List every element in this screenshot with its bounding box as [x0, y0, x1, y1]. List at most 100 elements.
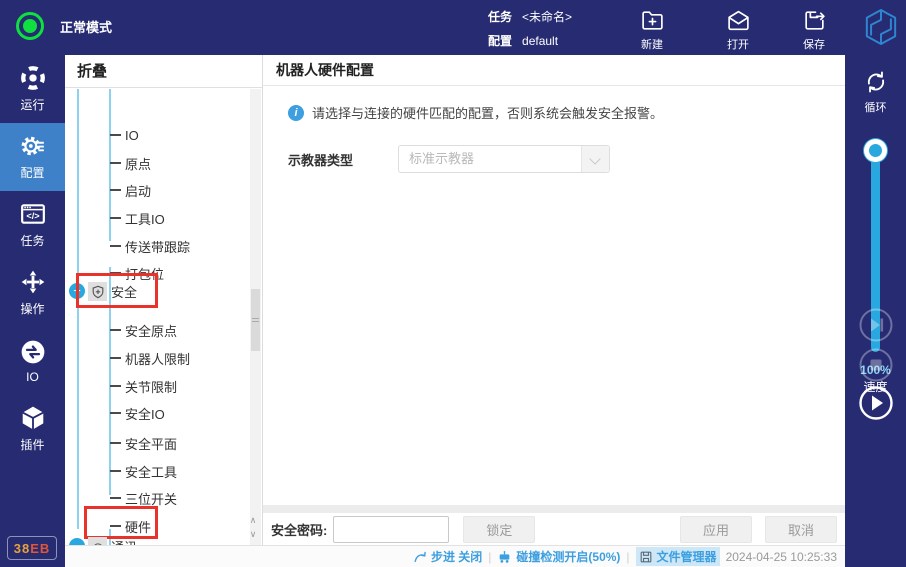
tree-tick: [110, 272, 121, 274]
brand-logo: [864, 8, 898, 51]
gear-icon: [20, 133, 46, 159]
tree-scrollbar-thumb[interactable]: [251, 289, 260, 351]
tree-collapse-header[interactable]: 折叠: [65, 55, 262, 88]
sidebar-item-run[interactable]: 运行: [0, 55, 65, 123]
clock-timestamp: 2024-04-25 10:25:33: [726, 550, 837, 564]
collision-detection-status[interactable]: 碰撞检测开启(50%): [497, 548, 620, 565]
new-button[interactable]: 新建: [622, 8, 682, 52]
mode-label: 正常模式: [60, 17, 112, 36]
status-bar: 步进 关闭 | 碰撞检测开启(50%) | 文件管理器 2024-04-25 1…: [65, 545, 845, 567]
top-bar: 正常模式 任务 <未命名> 配置 default 新建 打开 保存: [0, 0, 906, 55]
tree-item-communication[interactable]: 通讯: [111, 535, 137, 545]
run-icon: [20, 65, 46, 91]
scroll-up-button[interactable]: ∧: [250, 513, 257, 527]
right-control-bar: 循环 100% 速度: [845, 55, 906, 567]
info-icon: i: [288, 105, 304, 121]
tree-line-root: [77, 89, 79, 529]
safety-password-label: 安全密码:: [271, 520, 327, 539]
tree-item-robot-limits[interactable]: 机器人限制: [110, 347, 190, 369]
panel-divider: [263, 505, 845, 513]
sidebar-item-label: 配置: [20, 164, 44, 181]
tree-item-safety-plane[interactable]: 安全平面: [110, 432, 177, 454]
tree-tick: [110, 217, 121, 219]
tree-item-hardware[interactable]: 硬件: [110, 515, 151, 537]
file-manager-button[interactable]: 文件管理器: [636, 547, 720, 566]
tree-item-conveyor-tracking[interactable]: 传送带跟踪: [110, 235, 190, 257]
collision-icon: [497, 550, 512, 564]
collapse-toggle-safety[interactable]: −: [69, 283, 85, 299]
sidebar-item-label: 运行: [20, 96, 44, 113]
status-light-icon: [16, 12, 44, 40]
sidebar-item-label: 操作: [20, 300, 44, 317]
file-manager-icon: [639, 550, 653, 564]
tree-item-joint-limits[interactable]: 关节限制: [110, 375, 177, 397]
tree-tick: [110, 470, 121, 472]
tree-tick: [110, 412, 121, 414]
pendant-type-select[interactable]: 标准示教器: [398, 145, 610, 173]
tree-tick: [110, 385, 121, 387]
hardware-config-panel: 机器人硬件配置 i 请选择与连接的硬件匹配的配置，否则系统会触发安全报警。 示教…: [263, 55, 845, 545]
tree-tick: [110, 525, 121, 527]
sidebar-item-task[interactable]: </> 任务: [0, 191, 65, 259]
sidebar-item-plugin[interactable]: 插件: [0, 395, 65, 463]
tree-item-tool-io[interactable]: 工具IO: [110, 207, 165, 229]
save-file-icon: [802, 8, 827, 33]
stop-button[interactable]: [858, 347, 894, 383]
status-separator: |: [488, 550, 491, 564]
collapse-toggle-communication[interactable]: −: [69, 538, 85, 545]
page-title: 机器人硬件配置: [263, 55, 845, 86]
config-value: default: [522, 34, 558, 48]
tree-tick: [110, 134, 121, 136]
tree-item-origin[interactable]: 原点: [110, 152, 151, 174]
cube-icon: [20, 405, 46, 431]
cancel-button[interactable]: 取消: [765, 516, 837, 543]
scroll-down-button[interactable]: ∨: [250, 527, 257, 541]
tree-item-startup[interactable]: 启动: [110, 179, 151, 201]
play-icon: [858, 385, 894, 421]
sidebar-item-label: IO: [26, 370, 39, 384]
open-button[interactable]: 打开: [708, 8, 768, 52]
step-forward-button[interactable]: [858, 307, 894, 343]
safety-password-bar: 安全密码: 锁定 应用 取消: [263, 513, 845, 545]
tree-item-three-position-switch[interactable]: 三位开关: [110, 487, 177, 509]
left-sidebar: 运行 配置 </> 任务 操作 IO: [0, 55, 65, 567]
save-button-label: 保存: [803, 36, 825, 52]
tree-item-safety-origin[interactable]: 安全原点: [110, 319, 177, 341]
tree-body: IO 原点 启动 工具IO 传送带跟踪 打包位 − 安全 安全原点 机器人限制 …: [65, 89, 251, 545]
tree-tick: [110, 189, 121, 191]
chevron-down-icon: [581, 146, 609, 172]
io-cycle-icon: [20, 339, 46, 365]
step-forward-icon: [858, 307, 894, 343]
svg-text:</>: </>: [26, 211, 39, 221]
safety-password-input[interactable]: [333, 516, 449, 543]
apply-button[interactable]: 应用: [680, 516, 752, 543]
sidebar-item-io[interactable]: IO: [0, 327, 65, 395]
status-separator: |: [626, 550, 629, 564]
tree-tick: [110, 162, 121, 164]
open-file-icon: [726, 8, 751, 33]
stop-icon: [858, 347, 894, 383]
tree-tick: [110, 329, 121, 331]
tree-item-safety-tool[interactable]: 安全工具: [110, 460, 177, 482]
speed-slider-handle[interactable]: [864, 139, 887, 162]
step-mode-status[interactable]: 步进 关闭: [413, 548, 482, 565]
lock-button[interactable]: 锁定: [463, 516, 535, 543]
play-button[interactable]: [858, 385, 894, 421]
sidebar-item-label: 任务: [20, 232, 44, 249]
tree-tick: [110, 245, 121, 247]
tree-item-safety-io[interactable]: 安全IO: [110, 402, 165, 424]
tree-scrollbar[interactable]: [250, 89, 261, 545]
config-label: 配置: [488, 32, 512, 49]
config-tree-panel: 折叠 IO 原点 启动 工具IO 传送带跟踪 打包位 − 安全 安全原点 机器人…: [65, 55, 263, 545]
shield-plus-icon: [88, 282, 107, 301]
tree-item-io[interactable]: IO: [110, 124, 139, 146]
save-button[interactable]: 保存: [784, 8, 844, 52]
loop-mode-button[interactable]: 循环: [845, 69, 906, 115]
mode-indicator[interactable]: 正常模式: [16, 12, 112, 40]
loop-label: 循环: [865, 99, 887, 115]
sidebar-item-operate[interactable]: 操作: [0, 259, 65, 327]
info-text: 请选择与连接的硬件匹配的配置，否则系统会触发安全报警。: [312, 103, 663, 122]
sidebar-item-config[interactable]: 配置: [0, 123, 65, 191]
task-value: <未命名>: [522, 8, 572, 25]
tree-item-safety[interactable]: 安全: [111, 280, 137, 302]
